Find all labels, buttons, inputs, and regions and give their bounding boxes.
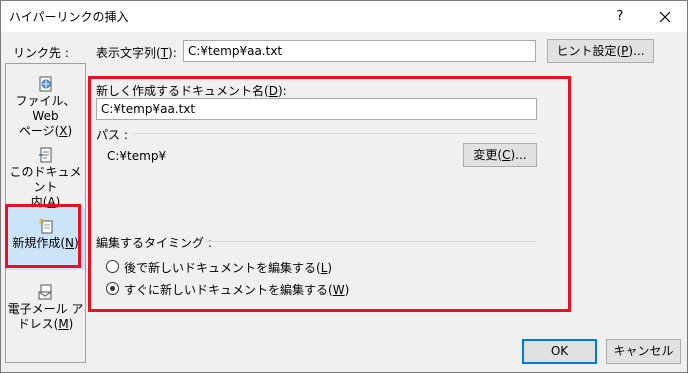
display-text-input[interactable]: C:¥temp¥aa.txt bbox=[183, 40, 536, 62]
email-address-icon bbox=[38, 284, 51, 300]
help-button[interactable]: ? bbox=[605, 2, 635, 31]
sidebar-item-label: ドレス(M) bbox=[17, 317, 74, 331]
sidebar-item-email-address[interactable]: 電子メール ア ドレス(M) bbox=[6, 284, 85, 332]
sidebar-item-place-in-document[interactable]: このドキュメント 内(A) bbox=[6, 147, 85, 210]
dialog-title: ハイパーリンクの挿入 bbox=[9, 10, 129, 24]
link-to-label: リンク先 : bbox=[13, 46, 69, 60]
close-button[interactable] bbox=[647, 2, 683, 31]
sidebar-item-label: ファイル、Web bbox=[15, 94, 76, 123]
display-text-label: 表示文字列(T): bbox=[96, 46, 177, 60]
sidebar-highlight-box bbox=[5, 204, 81, 268]
sidebar-item-label: このドキュメント bbox=[9, 165, 82, 194]
sidebar-item-label: ページ(X) bbox=[18, 124, 73, 138]
web-page-icon bbox=[39, 76, 51, 92]
hyperlink-dialog: ハイパーリンクの挿入 ? リンク先 : 表示文字列(T): C:¥temp¥aa… bbox=[0, 0, 688, 373]
cancel-button[interactable]: キャンセル bbox=[606, 339, 681, 364]
main-panel-highlight-box bbox=[88, 76, 571, 312]
title-bar: ハイパーリンクの挿入 ? bbox=[1, 1, 687, 32]
sidebar-item-label: 電子メール ア bbox=[7, 302, 84, 316]
document-place-icon bbox=[38, 147, 51, 163]
sidebar-item-existing-file[interactable]: ファイル、Web ページ(X) bbox=[6, 76, 85, 139]
close-icon bbox=[659, 11, 671, 22]
screentip-button[interactable]: ヒント設定(P)... bbox=[547, 39, 654, 63]
ok-button[interactable]: OK bbox=[522, 339, 597, 364]
